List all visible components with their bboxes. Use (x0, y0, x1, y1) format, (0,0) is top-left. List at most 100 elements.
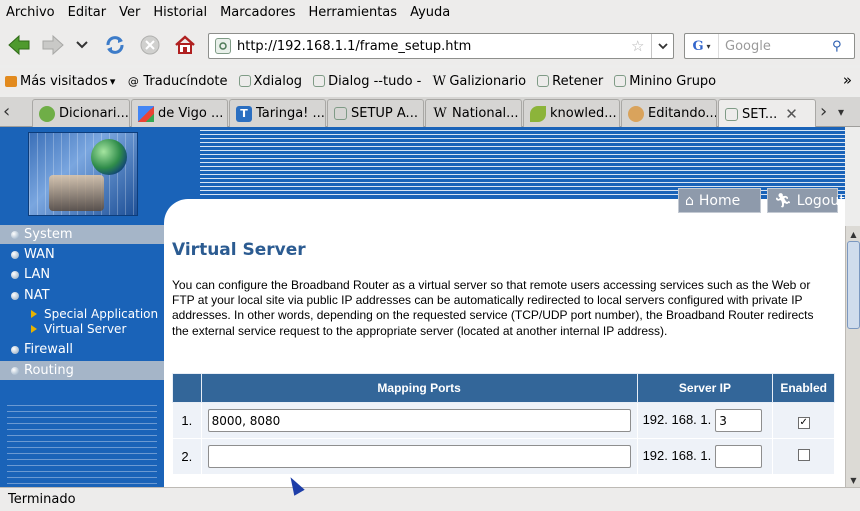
back-arrow-icon (8, 34, 30, 56)
table-header-row: Mapping Ports Server IP Enabled (172, 373, 835, 403)
bookmark-minino-grupo[interactable]: Minino Grupo (614, 74, 716, 89)
forward-button[interactable] (40, 32, 66, 58)
table-row: 1. 8000, 8080 192. 168. 1. 3 ✓ (172, 402, 835, 439)
page-title: Virtual Server (172, 240, 306, 260)
tab-label: de Vigo ... (158, 106, 224, 121)
stop-button[interactable] (137, 32, 163, 58)
bookmark-xdialog[interactable]: Xdialog (238, 74, 302, 89)
bookmark-retener[interactable]: Retener (537, 74, 603, 89)
tab-national[interactable]: W National... (425, 99, 522, 127)
sidebar-subitem-special-application[interactable]: Special Application (31, 306, 158, 321)
menu-ayuda[interactable]: Ayuda (410, 5, 450, 20)
menu-bar: Archivo Editar Ver Historial Marcadores … (0, 0, 860, 25)
bullet-icon (11, 250, 19, 259)
triangle-icon (31, 309, 37, 318)
ip-prefix: 192. 168. 1. (642, 411, 712, 427)
running-man-icon: 🏃︎ (774, 192, 792, 209)
history-dropdown-button[interactable] (72, 32, 92, 58)
sidebar-item-nat[interactable]: NAT (0, 286, 164, 305)
bookmark-label: Más visitados (20, 73, 108, 89)
reload-icon (106, 36, 124, 54)
search-icon[interactable]: ⚲ (832, 39, 854, 54)
bookmark-galizionario[interactable]: W Galizionario (432, 74, 526, 89)
tab-de-vigo[interactable]: de Vigo ... (131, 99, 228, 127)
tab-setup-a[interactable]: SETUP A... (327, 99, 424, 127)
bookmark-star-icon[interactable]: ☆ (631, 37, 651, 55)
globe-icon (91, 139, 127, 175)
page-icon (725, 107, 738, 121)
tab-knowledge[interactable]: knowled... (523, 99, 620, 127)
sidebar-item-label: NAT (24, 288, 50, 303)
bookmark-label: Galizionario (449, 73, 527, 89)
navigation-toolbar: http://192.168.1.1/frame_setup.htm ☆ G ▾ … (0, 25, 860, 65)
sidebar-item-system[interactable]: System (0, 225, 164, 244)
triangle-icon (31, 324, 37, 333)
page-scrollbar[interactable]: ▲ ▼ (845, 226, 860, 488)
sidebar-subitem-label: Virtual Server (44, 321, 127, 336)
leaf-icon (530, 105, 546, 122)
url-dropdown-button[interactable] (651, 34, 673, 58)
row-number: 2. (172, 438, 202, 475)
bookmark-dialog-tudo[interactable]: Dialog --tudo - (313, 74, 421, 89)
back-button[interactable] (6, 32, 32, 58)
bookmarks-toolbar: Más visitados ▾ @ Traducíndote Xdialog Di… (0, 68, 860, 94)
sidebar-item-lan[interactable]: LAN (0, 265, 164, 284)
tab-dicionario[interactable]: Dicionari... (32, 99, 130, 127)
sidebar-item-label: System (24, 227, 73, 242)
header-mapping-ports: Mapping Ports (200, 373, 638, 403)
menu-archivo[interactable]: Archivo (6, 5, 55, 20)
sidebar-item-firewall[interactable]: Firewall (0, 340, 164, 359)
home-nav-button[interactable]: ⌂ Home (678, 188, 761, 213)
wikipedia-icon: W (432, 73, 447, 89)
scrollbar-thumb[interactable] (847, 241, 860, 329)
tab-editando[interactable]: Editando... (621, 99, 717, 127)
server-ip-input[interactable]: 3 (715, 409, 763, 432)
menu-editar[interactable]: Editar (68, 5, 107, 20)
enabled-checkbox[interactable] (797, 449, 810, 461)
mapping-ports-input[interactable] (207, 445, 631, 468)
status-bar: Terminado (0, 487, 860, 511)
menu-ver[interactable]: Ver (119, 5, 140, 20)
site-identity-icon[interactable] (215, 38, 231, 54)
people-image (49, 175, 104, 211)
scroll-down-icon[interactable]: ▼ (847, 473, 860, 487)
header-number (172, 373, 202, 403)
logout-button[interactable]: 🏃︎ Logout (767, 188, 845, 213)
stop-icon (140, 35, 160, 55)
enabled-checkbox[interactable]: ✓ (797, 416, 810, 429)
scroll-up-icon[interactable]: ▲ (847, 227, 860, 241)
search-bar[interactable]: G ▾ Google ⚲ (684, 33, 855, 59)
menu-historial[interactable]: Historial (153, 5, 207, 20)
mapping-ports-input[interactable]: 8000, 8080 (207, 409, 631, 432)
close-tab-icon[interactable]: ✕ (785, 105, 798, 123)
search-engine-google-icon[interactable]: G ▾ (685, 34, 719, 58)
home-icon: ⌂ (685, 192, 694, 209)
url-bar[interactable]: http://192.168.1.1/frame_setup.htm ☆ (208, 33, 674, 59)
ip-prefix: 192. 168. 1. (642, 447, 712, 463)
bookmark-traducindote[interactable]: @ Traducíndote (126, 73, 228, 89)
header-stripes (200, 130, 845, 196)
sidebar-subitem-virtual-server[interactable]: Virtual Server (31, 321, 126, 336)
sidebar-item-wan[interactable]: WAN (0, 245, 164, 264)
bookmark-label: Traducíndote (143, 73, 228, 89)
tab-label: National... (452, 106, 519, 121)
server-ip-input[interactable] (715, 445, 763, 468)
tab-label: Editando... (648, 106, 717, 121)
bullet-icon (11, 270, 19, 279)
bookmark-mas-visitados[interactable]: Más visitados ▾ (5, 74, 115, 89)
tab-list-icon[interactable]: ▾ (838, 105, 844, 119)
tab-scroll-left-icon[interactable]: ‹ (3, 101, 10, 122)
home-button[interactable] (172, 32, 198, 58)
url-text[interactable]: http://192.168.1.1/frame_setup.htm (237, 39, 631, 54)
reload-button[interactable] (102, 32, 128, 58)
table-row: 2. 192. 168. 1. (172, 438, 835, 475)
tab-taringa[interactable]: T Taringa! ... (229, 99, 326, 127)
bookmarks-overflow-icon[interactable]: » (843, 71, 852, 89)
menu-herramientas[interactable]: Herramientas (309, 5, 398, 20)
menu-marcadores[interactable]: Marcadores (220, 5, 295, 20)
sidebar-item-routing[interactable]: Routing (0, 361, 164, 380)
search-input[interactable]: Google (719, 39, 832, 54)
tab-scroll-right-icon[interactable]: › (820, 101, 827, 122)
sidebar-item-label: WAN (24, 247, 55, 262)
tab-setup-active[interactable]: SET... ✕ (718, 99, 816, 128)
